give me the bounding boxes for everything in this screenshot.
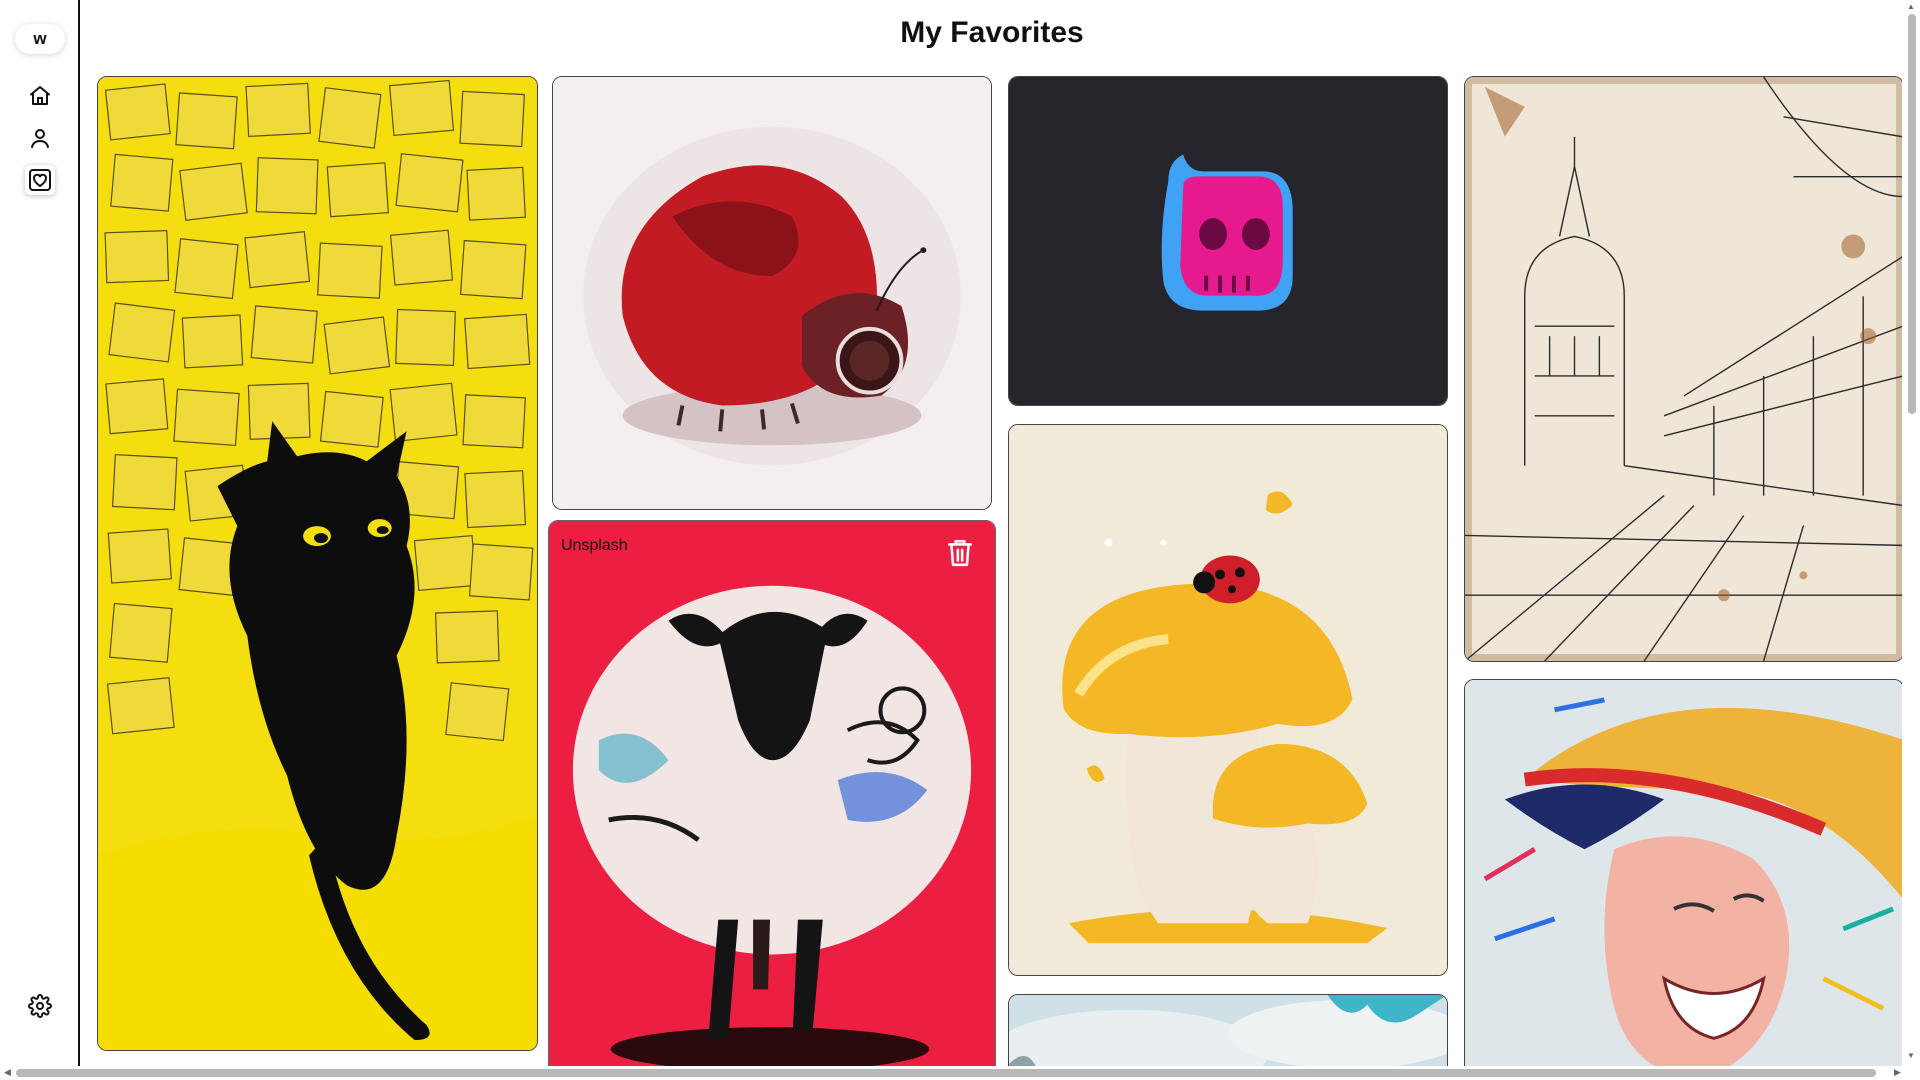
sidebar-item-favorites[interactable] [25, 165, 55, 195]
sidebar-item-profile[interactable] [25, 123, 55, 153]
favorite-card[interactable] [1008, 76, 1448, 406]
sidebar-item-home[interactable] [25, 81, 55, 111]
favorite-card[interactable] [1008, 994, 1448, 1066]
trash-icon [947, 539, 972, 567]
mushroom-ladybug-artwork [1009, 425, 1447, 975]
horizontal-scrollbar-thumb[interactable] [16, 1069, 1876, 1077]
straw-hat-smile-artwork [1465, 680, 1902, 1066]
scroll-right-icon[interactable]: ▶ [1894, 1068, 1901, 1077]
horizontal-scrollbar[interactable]: ◀ ▶ [0, 1066, 1920, 1080]
favorite-card[interactable] [1464, 679, 1902, 1066]
favorites-grid: Unsplash [82, 0, 1902, 1066]
favorite-card[interactable] [1008, 424, 1448, 976]
sidebar: w [0, 0, 80, 1080]
scroll-left-icon[interactable]: ◀ [4, 1068, 11, 1077]
sky-clouds-artwork [1009, 995, 1447, 1066]
graffiti-sheep-artwork [549, 521, 995, 1066]
app-root: w My Favorites Unsplash ▲ ▼ ◀ ▶ [0, 0, 1920, 1080]
skull-slime-artwork [1009, 77, 1447, 405]
favorite-card[interactable] [552, 76, 992, 510]
scroll-down-icon[interactable]: ▼ [1907, 1052, 1915, 1060]
vertical-scrollbar[interactable]: ▲ ▼ [1902, 0, 1920, 1066]
favorite-card[interactable] [97, 76, 538, 1051]
user-icon [31, 129, 49, 148]
delete-button[interactable] [945, 537, 975, 569]
favorite-card[interactable]: Unsplash [548, 520, 996, 1066]
heart-icon [29, 169, 51, 191]
black-cat-artwork [98, 77, 537, 1050]
home-icon [30, 86, 50, 105]
scroll-up-icon[interactable]: ▲ [1907, 3, 1915, 11]
gear-icon [28, 994, 52, 1018]
sidebar-item-settings[interactable] [25, 991, 55, 1021]
source-label: Unsplash [561, 537, 628, 554]
architecture-sketch-artwork [1465, 77, 1902, 661]
ladybug-painting-artwork [553, 77, 991, 509]
vertical-scrollbar-thumb[interactable] [1908, 14, 1916, 414]
app-logo[interactable]: w [15, 24, 65, 54]
favorite-card[interactable] [1464, 76, 1902, 662]
